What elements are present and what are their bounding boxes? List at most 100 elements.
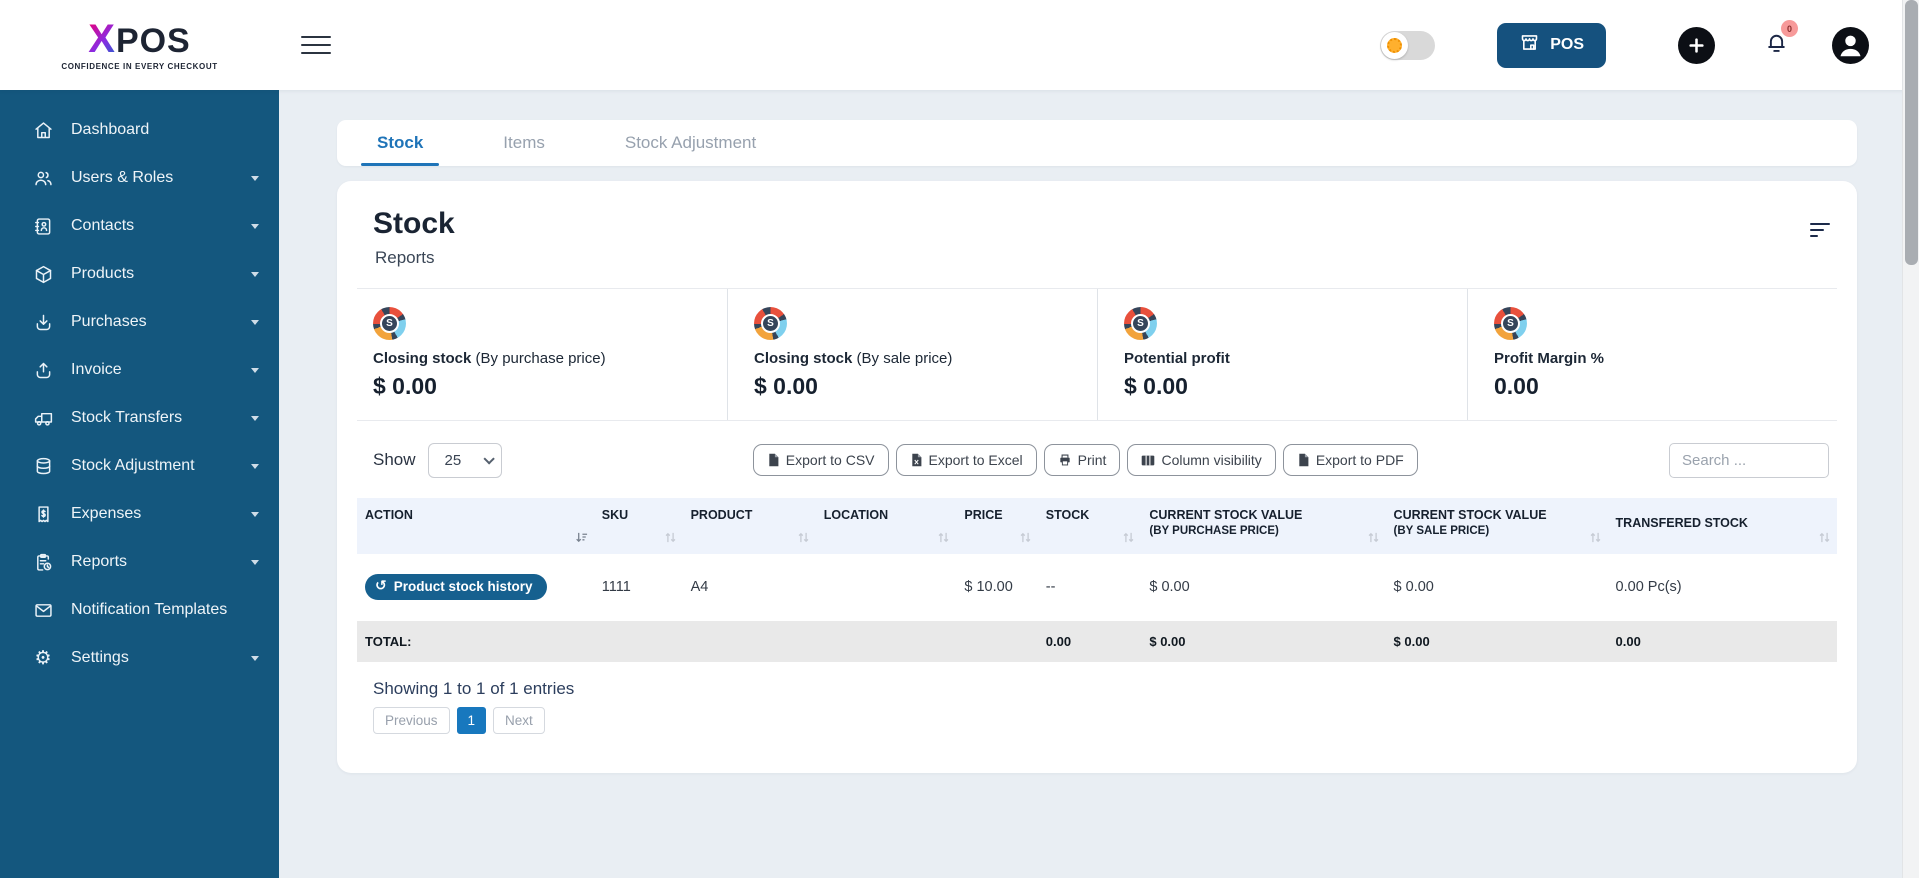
history-icon: ↺ xyxy=(375,578,387,594)
pagination: Previous 1 Next xyxy=(357,699,1837,734)
chevron-down-icon xyxy=(251,655,259,661)
total-transfered: 0.00 xyxy=(1607,620,1837,663)
sidebar-item-products[interactable]: Products xyxy=(0,250,279,298)
sidebar-item-contacts[interactable]: Contacts xyxy=(0,202,279,250)
table-total-row: TOTAL: 0.00 $ 0.00 $ 0.00 0.00 xyxy=(357,620,1837,663)
sidebar-item-reports[interactable]: Reports xyxy=(0,538,279,586)
export-csv-button[interactable]: Export to CSV xyxy=(752,444,889,476)
receipt-icon xyxy=(32,503,54,525)
csv-file-icon xyxy=(769,453,779,467)
sidebar-item-notification-templates[interactable]: Notification Templates xyxy=(0,586,279,634)
col-action[interactable]: ACTION xyxy=(357,497,594,554)
table-header-row: ACTION SKU PRODUCT LOCATION PRICE STOCK … xyxy=(357,497,1837,554)
col-price[interactable]: PRICE xyxy=(956,497,1038,554)
previous-page-button[interactable]: Previous xyxy=(373,706,450,734)
notifications-button[interactable]: 0 xyxy=(1763,20,1798,61)
scrollbar-track xyxy=(1902,0,1919,878)
tab-stock-adjustment[interactable]: Stock Adjustment xyxy=(623,121,758,166)
sort-updown-icon xyxy=(797,531,810,547)
stock-donut-icon: S xyxy=(1124,306,1157,340)
sort-updown-icon xyxy=(1122,531,1135,547)
search-input[interactable] xyxy=(1669,442,1829,478)
sidebar-item-invoice[interactable]: Invoice xyxy=(0,346,279,394)
stock-donut-icon: S xyxy=(373,306,406,340)
stat-closing-stock-purchase: S Closing stock (By purchase price) $ 0.… xyxy=(357,289,727,420)
chevron-down-icon xyxy=(251,415,259,421)
cell-sku: 1111 xyxy=(593,553,683,621)
cell-action: ↺ Product stock history xyxy=(357,553,594,621)
sidebar-item-expenses[interactable]: Expenses xyxy=(0,490,279,538)
clipboard-clock-icon xyxy=(32,551,54,573)
sort-updown-icon xyxy=(1367,531,1380,547)
chevron-down-icon xyxy=(251,559,259,565)
sidebar-item-users-roles[interactable]: Users & Roles xyxy=(0,154,279,202)
sidebar-item-purchases[interactable]: Purchases xyxy=(0,298,279,346)
quick-add-button[interactable] xyxy=(1678,26,1715,64)
page-size-select[interactable]: 25 xyxy=(427,442,502,478)
export-excel-button[interactable]: Export to Excel xyxy=(895,444,1037,476)
total-value-purchase: $ 0.00 xyxy=(1141,620,1386,663)
stock-donut-icon: S xyxy=(1494,306,1527,340)
arrow-up-tray-icon xyxy=(32,359,54,381)
logo-text: POS xyxy=(115,22,191,60)
sidebar-item-stock-transfers[interactable]: Stock Transfers xyxy=(0,394,279,442)
page-number-button[interactable]: 1 xyxy=(456,706,487,734)
arrow-down-tray-icon xyxy=(32,311,54,333)
hamburger-menu-icon[interactable] xyxy=(301,30,331,60)
tab-items[interactable]: Items xyxy=(501,121,547,166)
print-button[interactable]: Print xyxy=(1043,444,1121,476)
cell-value-purchase: $ 0.00 xyxy=(1141,553,1386,621)
sort-updown-icon xyxy=(1019,531,1032,547)
tab-stock[interactable]: Stock xyxy=(360,121,440,166)
stock-donut-icon: S xyxy=(754,306,787,340)
total-value-sale: $ 0.00 xyxy=(1385,620,1608,663)
sidebar-item-dashboard[interactable]: Dashboard xyxy=(0,106,279,154)
scrollbar-thumb[interactable] xyxy=(1905,0,1918,265)
logo-x-glyph: X xyxy=(88,17,116,61)
filter-icon[interactable] xyxy=(1809,221,1831,244)
entries-info: Showing 1 to 1 of 1 entries xyxy=(373,678,575,698)
sort-updown-icon xyxy=(937,531,950,547)
stat-value: 0.00 xyxy=(1494,372,1539,399)
pos-button[interactable]: POS xyxy=(1497,22,1606,68)
theme-toggle[interactable] xyxy=(1380,30,1436,60)
home-icon xyxy=(32,119,54,141)
column-visibility-button[interactable]: Column visibility xyxy=(1127,444,1276,476)
stat-closing-stock-sale: S Closing stock (By sale price) $ 0.00 xyxy=(727,288,1097,420)
sidebar-item-settings[interactable]: ⚙ Settings xyxy=(0,634,279,682)
user-avatar[interactable] xyxy=(1832,26,1869,64)
address-book-icon xyxy=(32,215,54,237)
pdf-file-icon xyxy=(1299,453,1309,467)
col-value-purchase[interactable]: CURRENT STOCK VALUE (BY PURCHASE PRICE) xyxy=(1141,497,1386,554)
cell-value-sale: $ 0.00 xyxy=(1385,553,1608,621)
app-logo: XPOS CONFIDENCE IN EVERY CHECKOUT xyxy=(0,19,279,71)
stat-value: $ 0.00 xyxy=(373,372,437,399)
stat-potential-profit: S Potential profit $ 0.00 xyxy=(1097,288,1467,420)
export-pdf-button[interactable]: Export to PDF xyxy=(1282,444,1418,476)
sort-updown-icon xyxy=(664,531,677,547)
sun-icon xyxy=(1387,37,1403,53)
chevron-down-icon xyxy=(251,223,259,229)
page-subtitle: Reports xyxy=(375,247,435,267)
main-content: Stock Items Stock Adjustment Stock Repor… xyxy=(279,90,1902,878)
gear-icon: ⚙ xyxy=(34,646,52,669)
logo-tagline: CONFIDENCE IN EVERY CHECKOUT xyxy=(61,62,218,71)
col-value-sale[interactable]: CURRENT STOCK VALUE (BY SALE PRICE) xyxy=(1385,497,1608,554)
next-page-button[interactable]: Next xyxy=(493,706,545,734)
person-icon xyxy=(1840,35,1861,56)
sidebar: Dashboard Users & Roles Contacts Product… xyxy=(0,90,279,878)
sidebar-item-stock-adjustment[interactable]: Stock Adjustment xyxy=(0,442,279,490)
col-product[interactable]: PRODUCT xyxy=(682,497,816,554)
product-stock-history-button[interactable]: ↺ Product stock history xyxy=(365,573,547,600)
excel-file-icon xyxy=(911,453,921,467)
cell-product: A4 xyxy=(682,553,816,621)
col-sku[interactable]: SKU xyxy=(593,497,683,554)
cell-price: $ 10.00 xyxy=(956,553,1038,621)
col-stock[interactable]: STOCK xyxy=(1037,497,1142,554)
cell-stock: -- xyxy=(1037,553,1142,621)
stat-profit-margin: S Profit Margin % 0.00 xyxy=(1467,288,1837,420)
stat-value: $ 0.00 xyxy=(754,372,818,399)
col-location[interactable]: LOCATION xyxy=(815,497,957,554)
printer-icon xyxy=(1059,454,1070,466)
col-transfered-stock[interactable]: TRANSFERED STOCK xyxy=(1607,497,1837,554)
